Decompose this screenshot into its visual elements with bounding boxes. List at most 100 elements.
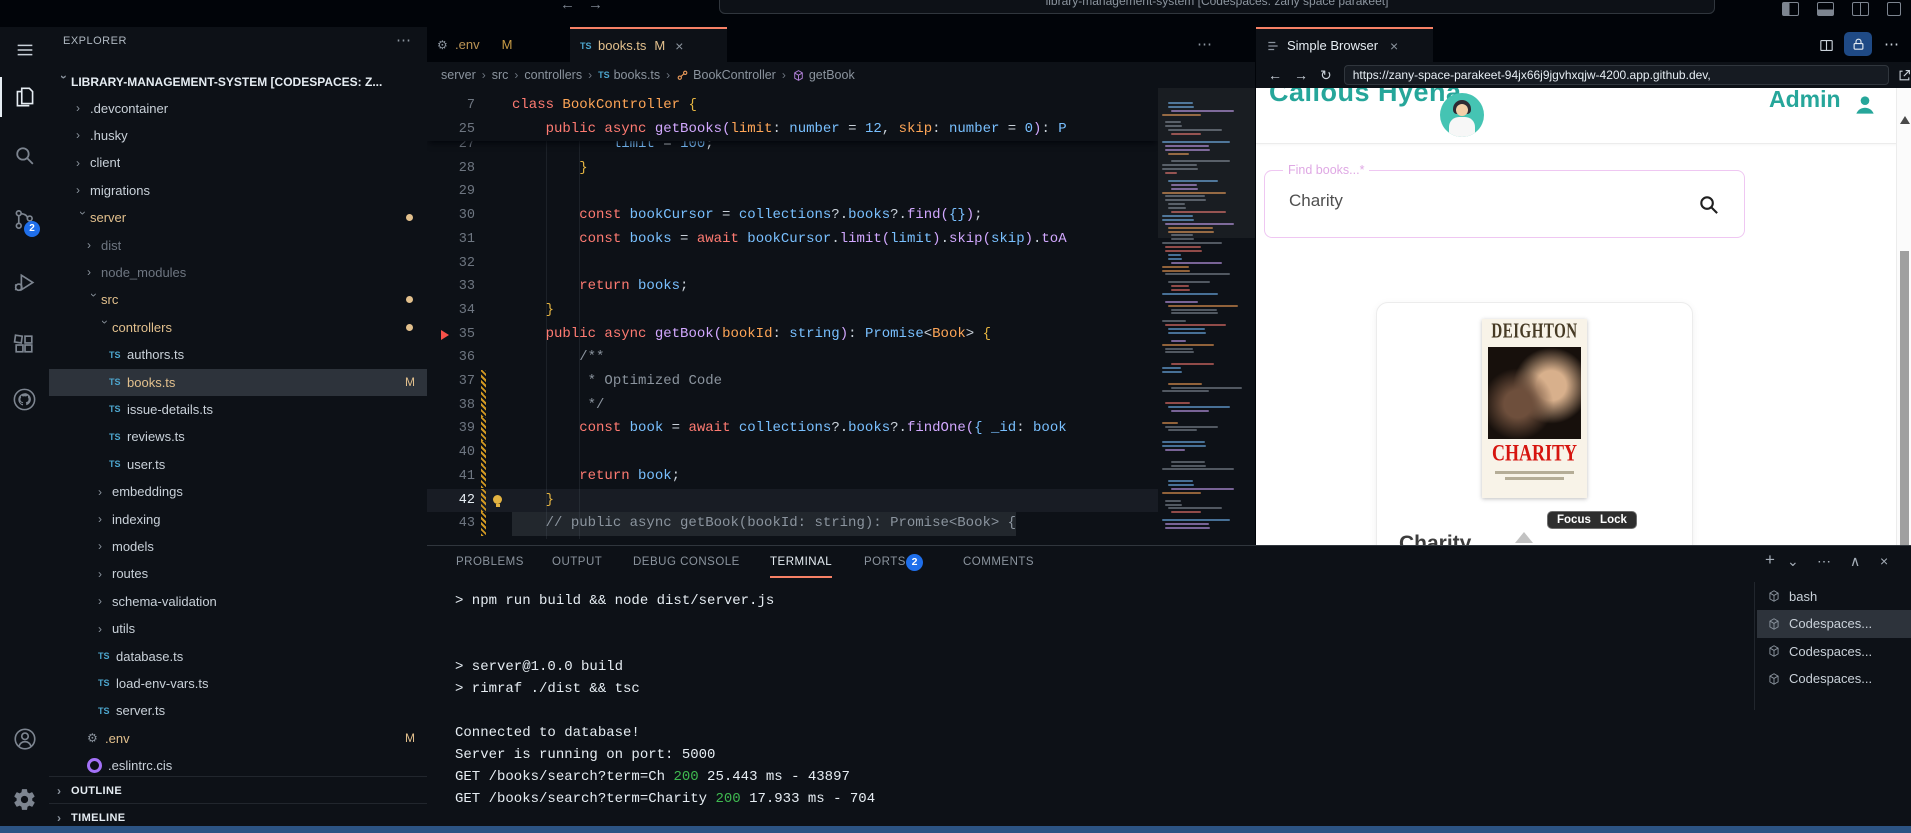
- tree-item-routes[interactable]: › routes: [49, 560, 427, 587]
- breadcrumb-bookcontroller[interactable]: BookController: [693, 68, 776, 82]
- code-line-28[interactable]: 28 }: [427, 157, 1158, 181]
- find-books-value[interactable]: Charity: [1289, 191, 1343, 211]
- code-line-35[interactable]: 35 public async getBook(bookId: string):…: [427, 323, 1158, 347]
- close-panel-icon[interactable]: ×: [1880, 553, 1888, 569]
- tree-item-.husky[interactable]: › .husky: [49, 122, 427, 149]
- lightbulb-icon[interactable]: [493, 494, 502, 507]
- browser-reload-icon[interactable]: ↻: [1320, 67, 1332, 84]
- tree-item-server[interactable]: › server: [49, 204, 427, 231]
- tree-item-reviews.ts[interactable]: TS reviews.ts: [49, 423, 427, 450]
- tree-item-database.ts[interactable]: TS database.ts: [49, 643, 427, 670]
- tree-item-user.ts[interactable]: TS user.ts: [49, 451, 427, 478]
- toggle-secondary-sidebar-icon[interactable]: [1852, 2, 1869, 16]
- tab-comments[interactable]: COMMENTS: [963, 556, 1034, 568]
- tree-item-indexing[interactable]: › indexing: [49, 506, 427, 533]
- breadcrumb-controllers[interactable]: controllers: [524, 68, 582, 82]
- terminal-list-item[interactable]: Codespaces...: [1757, 665, 1911, 693]
- code-line-43[interactable]: 43 // public async getBook(bookId: strin…: [427, 512, 1158, 536]
- terminal-list-item[interactable]: Codespaces...: [1757, 610, 1911, 638]
- tree-item-client[interactable]: › client: [49, 149, 427, 176]
- sidebar-section-timeline[interactable]: › TIMELINE: [49, 803, 427, 826]
- tree-item-load-env-vars.ts[interactable]: TS load-env-vars.ts: [49, 670, 427, 697]
- page-scrollbar[interactable]: [1896, 88, 1911, 545]
- sidebar-section-outline[interactable]: › OUTLINE: [49, 776, 427, 804]
- brand-title[interactable]: Callous Hyena: [1269, 88, 1462, 108]
- code-line-41[interactable]: 41 return book;: [427, 464, 1158, 489]
- tree-item-books.ts[interactable]: TS books.ts M: [49, 368, 427, 396]
- tree-item-issue-details.ts[interactable]: TS issue-details.ts: [49, 396, 427, 423]
- status-bar[interactable]: [0, 826, 1911, 833]
- tab-ports[interactable]: PORTS: [864, 556, 906, 568]
- tab-terminal[interactable]: TERMINAL: [770, 556, 832, 568]
- terminal-output[interactable]: > npm run build && node dist/server.js > …: [455, 590, 1745, 820]
- menu-icon[interactable]: [0, 28, 49, 72]
- tree-item-.env[interactable]: ⚙ .env M: [49, 725, 427, 752]
- breadcrumb[interactable]: server › src › controllers › TS books.ts › B…: [427, 62, 1255, 88]
- close-icon[interactable]: ×: [1390, 38, 1398, 54]
- tree-item-migrations[interactable]: › migrations: [49, 177, 427, 204]
- explorer-icon[interactable]: [0, 75, 49, 119]
- code-line-34[interactable]: 34 }: [427, 299, 1158, 323]
- tree-item-dist[interactable]: › dist: [49, 232, 427, 259]
- settings-gear-icon[interactable]: [0, 777, 49, 821]
- code-line-30[interactable]: 30 const bookCursor = collections?.books…: [427, 204, 1158, 228]
- breadcrumb-src[interactable]: src: [492, 68, 509, 82]
- tree-item-controllers[interactable]: › controllers: [49, 314, 427, 341]
- account-icon[interactable]: [0, 717, 49, 761]
- breadcrumb-server[interactable]: server: [441, 68, 476, 82]
- github-icon[interactable]: [0, 377, 49, 421]
- code-line-7[interactable]: 7 class BookController {: [427, 94, 1158, 118]
- tree-item-schema-validation[interactable]: › schema-validation: [49, 588, 427, 615]
- tree-item-src[interactable]: › src: [49, 286, 427, 313]
- tree-item-server.ts[interactable]: TS server.ts: [49, 697, 427, 724]
- url-input[interactable]: https://zany-space-parakeet-94jx66j9jgvh…: [1343, 65, 1890, 85]
- browser-back-icon[interactable]: ←: [1268, 67, 1282, 83]
- customize-layout-icon[interactable]: [1887, 2, 1901, 16]
- tab-books-ts[interactable]: TS books.ts M ×: [570, 27, 727, 62]
- browser-more-actions-icon[interactable]: ⋯: [1884, 35, 1899, 53]
- tree-item-utils[interactable]: › utils: [49, 615, 427, 642]
- tree-item-embeddings[interactable]: › embeddings: [49, 478, 427, 505]
- new-terminal-icon[interactable]: +: [1765, 550, 1775, 570]
- history-forward-icon[interactable]: →: [588, 0, 603, 13]
- tab-debug-console[interactable]: DEBUG CONSOLE: [633, 556, 740, 568]
- terminal-dropdown-icon[interactable]: ⌄: [1787, 553, 1799, 570]
- maximize-panel-icon[interactable]: ∧: [1850, 553, 1860, 570]
- explorer-more-actions-icon[interactable]: ⋯: [396, 31, 411, 49]
- panel-more-actions-icon[interactable]: ⋯: [1817, 553, 1831, 570]
- code-line-39[interactable]: 39 const book = await collections?.books…: [427, 417, 1158, 442]
- tree-item-models[interactable]: › models: [49, 533, 427, 560]
- tab-problems[interactable]: PROBLEMS: [456, 556, 524, 568]
- tab-simple-browser[interactable]: Simple Browser ×: [1256, 27, 1433, 62]
- extensions-icon[interactable]: [0, 322, 49, 366]
- code-line-33[interactable]: 33 return books;: [427, 275, 1158, 299]
- editor-more-actions-icon[interactable]: ⋯: [1197, 35, 1212, 53]
- tree-item-.devcontainer[interactable]: › .devcontainer: [49, 95, 427, 122]
- code-line-37[interactable]: 37 * Optimized Code: [427, 370, 1158, 394]
- page-search-icon[interactable]: [1697, 193, 1720, 216]
- toggle-panel-icon[interactable]: [1817, 2, 1834, 16]
- code-line-38[interactable]: 38 */: [427, 393, 1158, 418]
- history-back-icon[interactable]: ←: [560, 0, 575, 13]
- code-line-29[interactable]: 29: [427, 180, 1158, 204]
- code-line-31[interactable]: 31 const books = await bookCursor.limit(…: [427, 228, 1158, 252]
- code-line-42[interactable]: 42 }: [427, 488, 1158, 513]
- terminal-list-item[interactable]: Codespaces...: [1757, 638, 1911, 666]
- split-editor-icon[interactable]: [1814, 33, 1838, 57]
- code-editor[interactable]: 27 limit = 100; 28 } 29 30 const bookCursor…: [427, 88, 1158, 545]
- run-debug-icon[interactable]: [0, 260, 49, 304]
- tree-item-node_modules[interactable]: › node_modules: [49, 259, 427, 286]
- minimap[interactable]: [1158, 88, 1255, 545]
- terminal-list-item[interactable]: bash: [1757, 583, 1911, 611]
- search-icon[interactable]: [0, 133, 49, 177]
- scrollbar-thumb[interactable]: [1900, 251, 1909, 545]
- breadcrumb-getbook[interactable]: getBook: [809, 68, 855, 82]
- command-center-search[interactable]: library-management-system [Codespaces: z…: [719, 0, 1715, 14]
- tab-env[interactable]: ⚙ .env M: [427, 27, 570, 62]
- code-line-36[interactable]: 36 /**: [427, 346, 1158, 370]
- code-line-40[interactable]: 40: [427, 441, 1158, 465]
- source-control-icon[interactable]: 2: [0, 197, 49, 241]
- book-card[interactable]: DEIGHTON CHARITY Charity: [1376, 302, 1693, 545]
- scroll-up-icon[interactable]: [1900, 116, 1910, 124]
- close-icon[interactable]: ×: [675, 38, 683, 54]
